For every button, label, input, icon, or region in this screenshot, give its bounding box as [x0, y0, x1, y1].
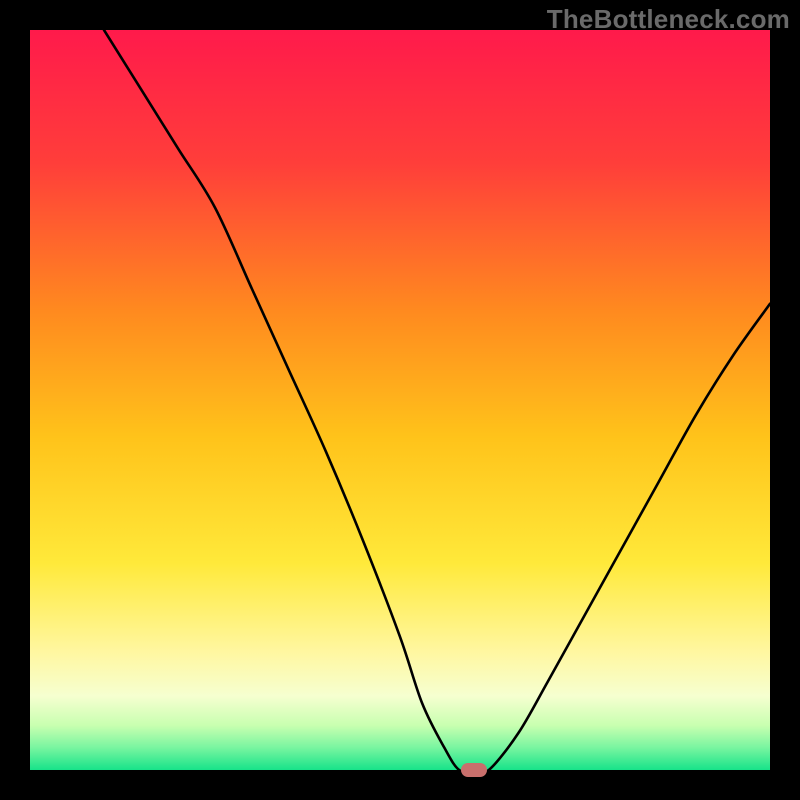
chart-frame: TheBottleneck.com: [0, 0, 800, 800]
chart-svg: [30, 30, 770, 770]
gradient-background: [30, 30, 770, 770]
plot-area: [30, 30, 770, 770]
optimal-point-marker: [461, 763, 487, 777]
